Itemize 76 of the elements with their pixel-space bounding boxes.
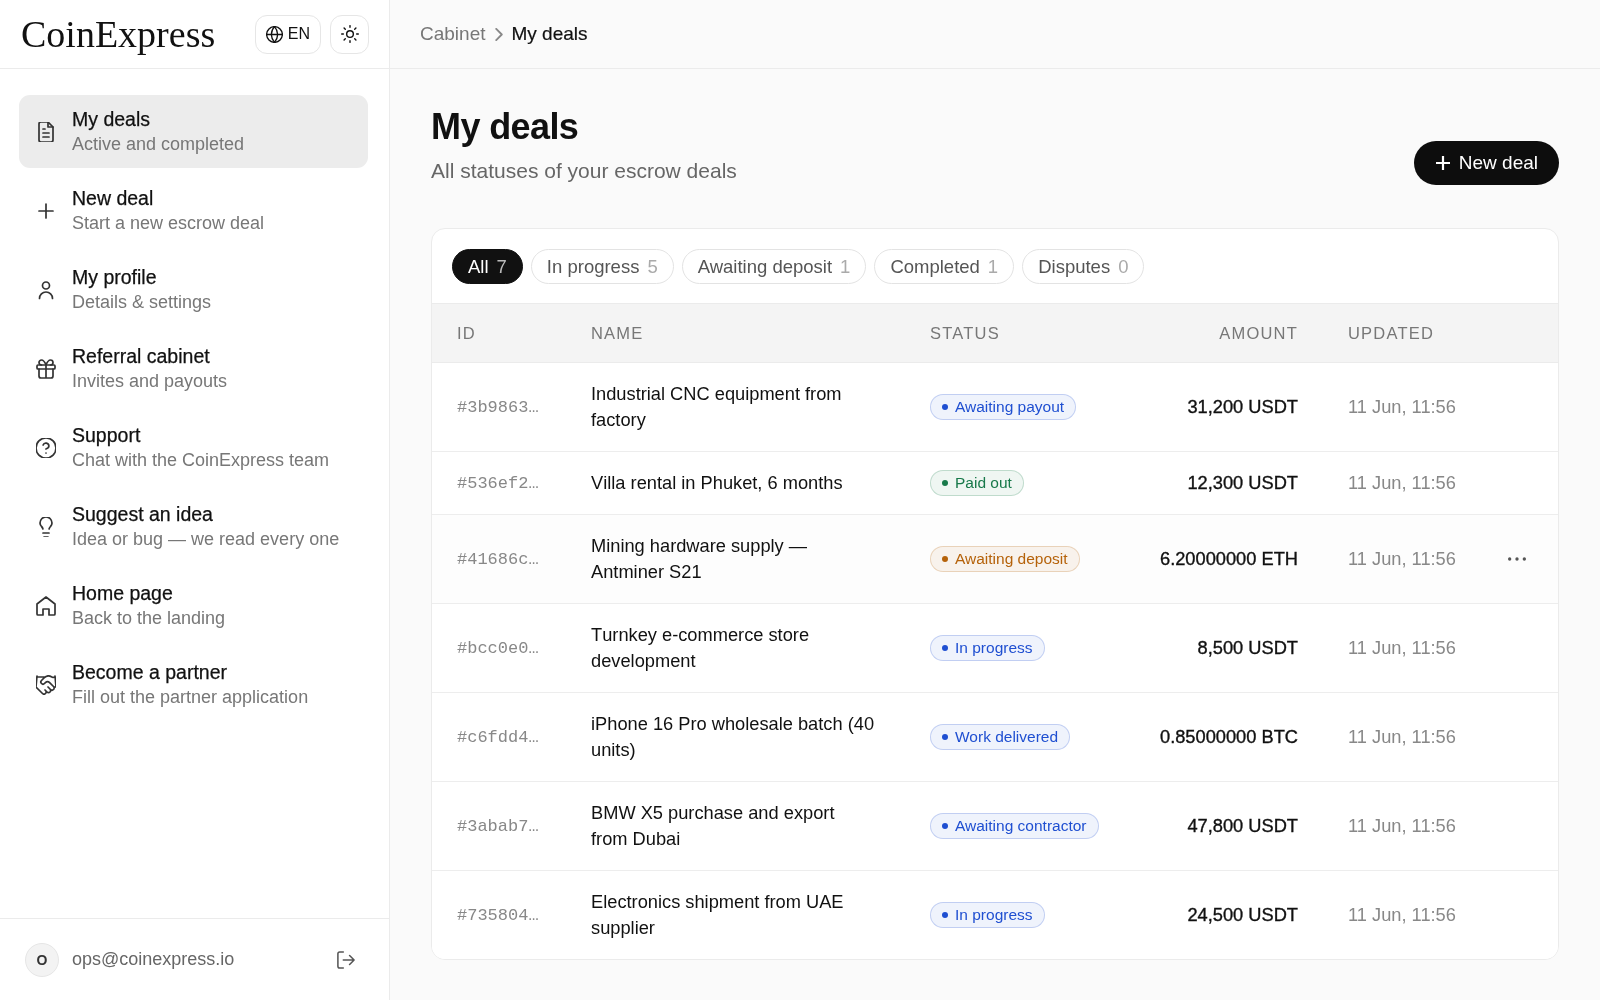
deal-name-text: iPhone 16 Pro wholesale batch (40 units) [591, 712, 875, 762]
nav-item[interactable]: Become a partner Fill out the partner application [19, 648, 368, 721]
chevron-right-icon [494, 27, 503, 41]
filter-chip[interactable]: Disputes 0 [1022, 249, 1145, 284]
updated-date-text: 11 Jun, 11:56 [1348, 637, 1457, 659]
amount-text: 0.85000000 BTC [1160, 726, 1298, 748]
page-title: My deals [431, 105, 580, 149]
gift-icon [36, 358, 56, 379]
amount-text: 47,800 USDT [1187, 815, 1298, 837]
page-subtitle: All statuses of your escrow deals [431, 158, 737, 184]
deal-name-text: Mining hardware supply — Antminer S21 [591, 534, 809, 584]
globe-icon [265, 25, 283, 43]
status-label: Awaiting contractor [955, 817, 1087, 835]
nav-item[interactable]: Home page Back to the landing [19, 569, 368, 642]
status-label: Paid out [955, 474, 1012, 492]
updated-date-text: 11 Jun, 11:56 [1348, 548, 1457, 570]
nav-item[interactable]: New deal Start a new escrow deal [19, 174, 368, 247]
filter-chip[interactable]: In progress 5 [530, 249, 674, 284]
plus-icon [36, 200, 56, 221]
status-label: Work delivered [955, 728, 1059, 746]
logout-icon[interactable] [337, 950, 355, 969]
sun-icon [340, 25, 359, 43]
deal-id-text: #3abab7… [457, 816, 540, 836]
logo-wordmark: CoinExpress [21, 12, 217, 56]
column-header: AMOUNT [1219, 323, 1298, 343]
status-label: Awaiting payout [955, 398, 1065, 416]
status-label: In progress [955, 906, 1033, 924]
deal-name-text: Industrial CNC equipment from factory [591, 382, 843, 432]
status-label: Awaiting deposit [955, 550, 1068, 568]
updated-date-text: 11 Jun, 11:56 [1348, 472, 1457, 494]
amount-text: 6.20000000 ETH [1160, 548, 1298, 570]
deal-id-text: #41686c… [457, 549, 540, 569]
column-header: NAME [591, 323, 645, 343]
plus-icon [1435, 156, 1450, 170]
deal-name-text: Villa rental in Phuket, 6 months [591, 471, 844, 495]
updated-date-text: 11 Jun, 11:56 [1348, 904, 1457, 926]
deal-id-text: #536ef2… [457, 473, 540, 493]
column-header: STATUS [930, 323, 1001, 343]
breadcrumb-current: My deals [511, 23, 588, 45]
deal-name-text: Turnkey e-commerce store development [591, 623, 811, 673]
nav-item[interactable]: Support Chat with the CoinExpress team [19, 411, 368, 484]
filter-chip[interactable]: Awaiting deposit 1 [681, 249, 867, 284]
status-label: In progress [955, 639, 1033, 657]
amount-text: 24,500 USDT [1187, 904, 1298, 926]
deal-name-text: Electronics shipment from UAE supplier [591, 890, 845, 940]
column-header: ID [457, 323, 477, 343]
nav-item[interactable]: Suggest an idea Idea or bug — we read every one [19, 490, 368, 563]
handshake-icon [36, 674, 56, 695]
user-email: ops@coinexpress.io [72, 949, 236, 970]
more-icon[interactable] [1508, 557, 1526, 561]
lightbulb-icon [36, 516, 56, 537]
amount-text: 8,500 USDT [1197, 637, 1298, 659]
deal-id-text: #3b9863… [457, 397, 540, 417]
updated-date-text: 11 Jun, 11:56 [1348, 815, 1457, 837]
nav-item[interactable]: Referral cabinet Invites and payouts [19, 332, 368, 405]
updated-date-text: 11 Jun, 11:56 [1348, 396, 1457, 418]
amount-text: 31,200 USDT [1187, 396, 1298, 418]
home-icon [36, 595, 56, 616]
document-icon [36, 121, 56, 142]
user-icon [36, 279, 56, 300]
nav-item[interactable]: My deals Active and completed [19, 95, 368, 168]
updated-date-text: 11 Jun, 11:56 [1348, 726, 1457, 748]
column-header: UPDATED [1348, 323, 1436, 343]
deal-id-text: #735804… [457, 905, 540, 925]
filter-chip[interactable]: Completed 1 [874, 249, 1015, 284]
deal-id-text: #c6fdd4… [457, 727, 540, 747]
filter-chip[interactable]: All 7 [452, 249, 523, 284]
nav-item[interactable]: My profile Details & settings [19, 253, 368, 326]
deal-id-text: #bcc0e0… [457, 638, 540, 658]
theme-toggle-button[interactable] [330, 14, 369, 54]
language-button[interactable]: EN [254, 14, 321, 54]
breadcrumb-link[interactable]: Cabinet [420, 23, 486, 45]
deal-name-text: BMW X5 purchase and export from Dubai [591, 801, 836, 851]
user-avatar: O [25, 942, 59, 977]
amount-text: 12,300 USDT [1187, 472, 1298, 494]
new-deal-button[interactable]: New deal [1413, 141, 1559, 185]
